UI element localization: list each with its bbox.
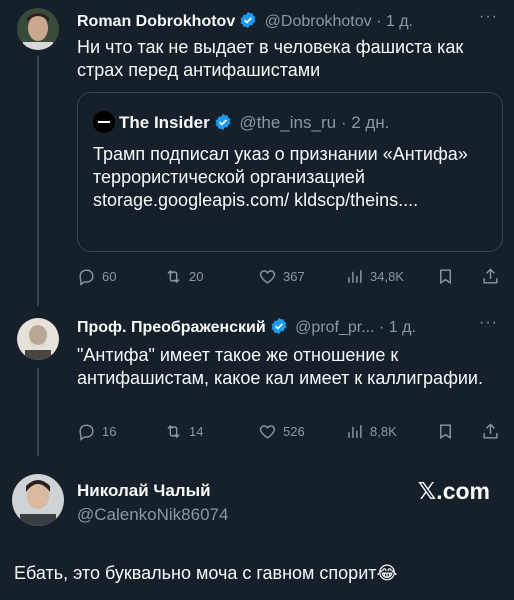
share-icon <box>483 268 498 284</box>
quoted-tweet-header: The Insider @the_ins_ru · 2 дн. <box>93 111 389 136</box>
reply-icon <box>79 269 94 286</box>
display-name[interactable]: Roman Dobrokhotov <box>77 13 235 30</box>
reply-icon <box>79 424 94 441</box>
verified-icon <box>214 113 232 136</box>
share-icon <box>483 423 498 439</box>
retweet-icon <box>167 269 180 284</box>
tweet-time[interactable]: · 1 д. <box>379 319 416 336</box>
like-button[interactable]: 367 <box>258 267 305 286</box>
like-button[interactable]: 526 <box>258 422 305 441</box>
reply-count: 60 <box>102 269 117 284</box>
bookmark-icon <box>440 269 451 285</box>
tweet-preobrazhensky[interactable]: Проф. Преображенский @prof_pr... · 1 д. … <box>0 306 514 456</box>
author-handle[interactable]: @CalenkoNik86074 <box>77 505 228 525</box>
reply-count: 16 <box>102 424 117 439</box>
bookmark-icon <box>440 424 451 440</box>
share-button[interactable] <box>481 267 506 286</box>
tweet-actions: 16 14 526 8,8K <box>77 422 502 446</box>
reply-button[interactable]: 16 <box>77 422 116 441</box>
user-handle[interactable]: @prof_pr... <box>295 319 374 336</box>
retweet-icon <box>167 424 180 439</box>
retweet-count: 20 <box>189 269 204 284</box>
bookmark-button[interactable] <box>436 422 461 441</box>
post-author: Николай Чалый @CalenkoNik86074 𝕏.com <box>0 470 514 540</box>
analytics-icon <box>348 270 362 283</box>
views-button[interactable]: 34,8K <box>345 267 404 286</box>
avatar[interactable] <box>17 318 59 360</box>
the-insider-logo-icon <box>93 111 115 133</box>
quoted-handle: @the_ins_ru <box>239 113 337 132</box>
verified-icon <box>239 11 257 34</box>
heart-icon <box>259 270 276 284</box>
reply-button[interactable]: 60 <box>77 267 116 286</box>
view-count: 8,8K <box>370 424 397 439</box>
quoted-display-name: The Insider <box>119 113 210 132</box>
views-button[interactable]: 8,8K <box>345 422 397 441</box>
like-count: 526 <box>283 424 305 439</box>
thread-line <box>37 56 39 306</box>
share-button[interactable] <box>481 422 506 441</box>
quoted-tweet-text: Трамп подписал указ о признании «Антифа»… <box>93 144 468 210</box>
like-count: 367 <box>283 269 305 284</box>
retweet-count: 14 <box>189 424 204 439</box>
retweet-button[interactable]: 20 <box>164 267 203 286</box>
avatar[interactable] <box>17 8 59 50</box>
x-logo-icon: 𝕏.com <box>417 478 490 504</box>
heart-icon <box>259 425 276 439</box>
author-name[interactable]: Николай Чалый <box>77 481 211 501</box>
tweet-dobrokhotov[interactable]: Roman Dobrokhotov @Dobrokhotov · 1 д. ··… <box>0 0 514 306</box>
analytics-icon <box>348 425 362 438</box>
thread-line <box>37 368 39 456</box>
bookmark-button[interactable] <box>436 267 461 286</box>
retweet-button[interactable]: 14 <box>164 422 203 441</box>
verified-icon <box>270 317 288 340</box>
post-caption: Ебать, это буквально моча с гавном спори… <box>14 563 398 583</box>
tweet-text: "Антифа" имеет такое же отношение к анти… <box>77 345 483 388</box>
more-options-icon[interactable]: ··· <box>479 314 498 332</box>
quoted-time: · 2 дн. <box>340 113 390 132</box>
quoted-tweet[interactable]: The Insider @the_ins_ru · 2 дн. Трамп по… <box>77 92 503 252</box>
tweet-header: Roman Dobrokhotov @Dobrokhotov · 1 д. <box>77 11 413 34</box>
avatar[interactable] <box>12 474 64 526</box>
display-name[interactable]: Проф. Преображенский <box>77 319 266 336</box>
tweet-time[interactable]: · 1 д. <box>376 13 413 30</box>
user-handle[interactable]: @Dobrokhotov <box>265 13 372 30</box>
tweet-header: Проф. Преображенский @prof_pr... · 1 д. <box>77 317 416 340</box>
tweet-text: Ни что так не выдает в человека фашиста … <box>77 37 464 80</box>
more-options-icon[interactable]: ··· <box>479 8 498 26</box>
view-count: 34,8K <box>370 269 404 284</box>
tweet-actions: 60 20 367 34,8K <box>77 267 502 291</box>
